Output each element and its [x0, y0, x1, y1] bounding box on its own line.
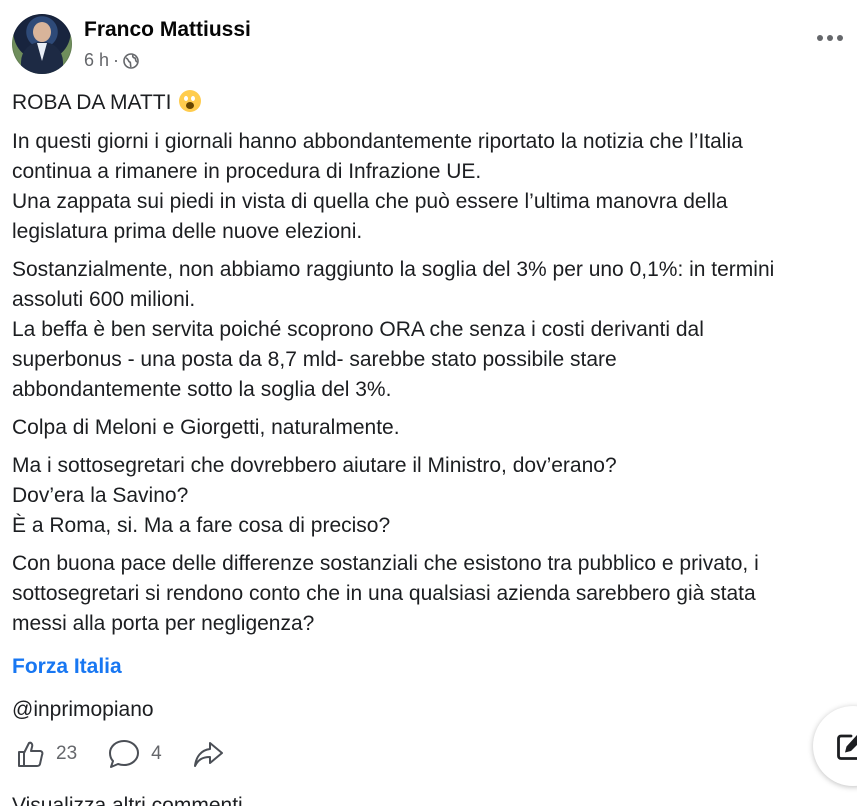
text-line: messi alla porta per negligenza?: [12, 612, 315, 635]
more-comments-text: Visualizza altri commenti: [12, 796, 312, 806]
text-line: legislatura prima delle nuove elezioni.: [12, 220, 363, 243]
like-count: 23: [56, 743, 78, 764]
post-time[interactable]: 6 h: [84, 50, 109, 71]
text-line: Dov’era la Savino?: [12, 484, 189, 507]
paragraph-4: Ma i sottosegretari che dovrebbero aiuta…: [12, 451, 852, 541]
author-name[interactable]: Franco Mattiussi: [84, 18, 251, 42]
more-comments-link[interactable]: Visualizza altri commenti: [12, 796, 312, 806]
post-title: ROBA DA MATTI: [12, 91, 172, 114]
text-line: Sostanzialmente, non abbiamo raggiunto l…: [12, 258, 775, 281]
thumbs-up-icon: [18, 741, 44, 767]
comment-count: 4: [151, 743, 162, 764]
paragraph-5: Con buona pace delle differenze sostanzi…: [12, 549, 852, 639]
paragraph-3: Colpa di Meloni e Giorgetti, naturalment…: [12, 413, 852, 443]
post-body: ROBA DA MATTI In questi giorni i giornal…: [12, 88, 852, 647]
text-line: È a Roma, si. Ma a fare cosa di preciso?: [12, 514, 391, 537]
post-meta: 6 h ·: [84, 50, 139, 71]
scream-emoji-icon: [179, 90, 202, 112]
comment-button[interactable]: 4: [107, 738, 162, 770]
text-line: In questi giorni i giornali hanno abbond…: [12, 130, 743, 153]
text-line: La beffa è ben servita poiché scoprono O…: [12, 318, 704, 341]
like-button[interactable]: 23: [16, 739, 77, 769]
more-options-icon[interactable]: [815, 28, 845, 48]
share-button[interactable]: [192, 739, 224, 769]
comment-bubble-icon: [109, 740, 140, 768]
text-line: assoluti 600 milioni.: [12, 288, 196, 311]
text-line: sottosegretari si rendono conto che in u…: [12, 582, 756, 605]
text-line: abbondantemente sotto la soglia del 3%.: [12, 378, 392, 401]
post-header: Franco Mattiussi 6 h ·: [12, 14, 847, 76]
mention-link[interactable]: @inprimopiano: [12, 698, 154, 722]
post-actions-bar: 23 4: [16, 736, 254, 772]
paragraph-2: Sostanzialmente, non abbiamo raggiunto l…: [12, 255, 852, 405]
compose-edit-icon: [837, 734, 857, 760]
text-line: Una zappata sui piedi in vista di quella…: [12, 190, 728, 213]
paragraph-1: In questi giorni i giornali hanno abbond…: [12, 127, 852, 247]
post-title-line: ROBA DA MATTI: [12, 88, 852, 118]
author-avatar[interactable]: [12, 14, 72, 74]
text-line: Con buona pace delle differenze sostanzi…: [12, 552, 759, 575]
text-line: Colpa di Meloni e Giorgetti, naturalment…: [12, 416, 400, 439]
text-line: Ma i sottosegretari che dovrebbero aiuta…: [12, 454, 617, 477]
globe-icon[interactable]: [123, 52, 139, 69]
share-arrow-icon: [193, 742, 223, 767]
text-line: superbonus - una posta da 8,7 mld- sareb…: [12, 348, 617, 371]
meta-separator: ·: [113, 50, 120, 70]
text-line: continua a rimanere in procedura di Infr…: [12, 160, 482, 183]
page-link-forza-italia[interactable]: Forza Italia: [12, 655, 122, 679]
compose-button[interactable]: [813, 706, 857, 786]
